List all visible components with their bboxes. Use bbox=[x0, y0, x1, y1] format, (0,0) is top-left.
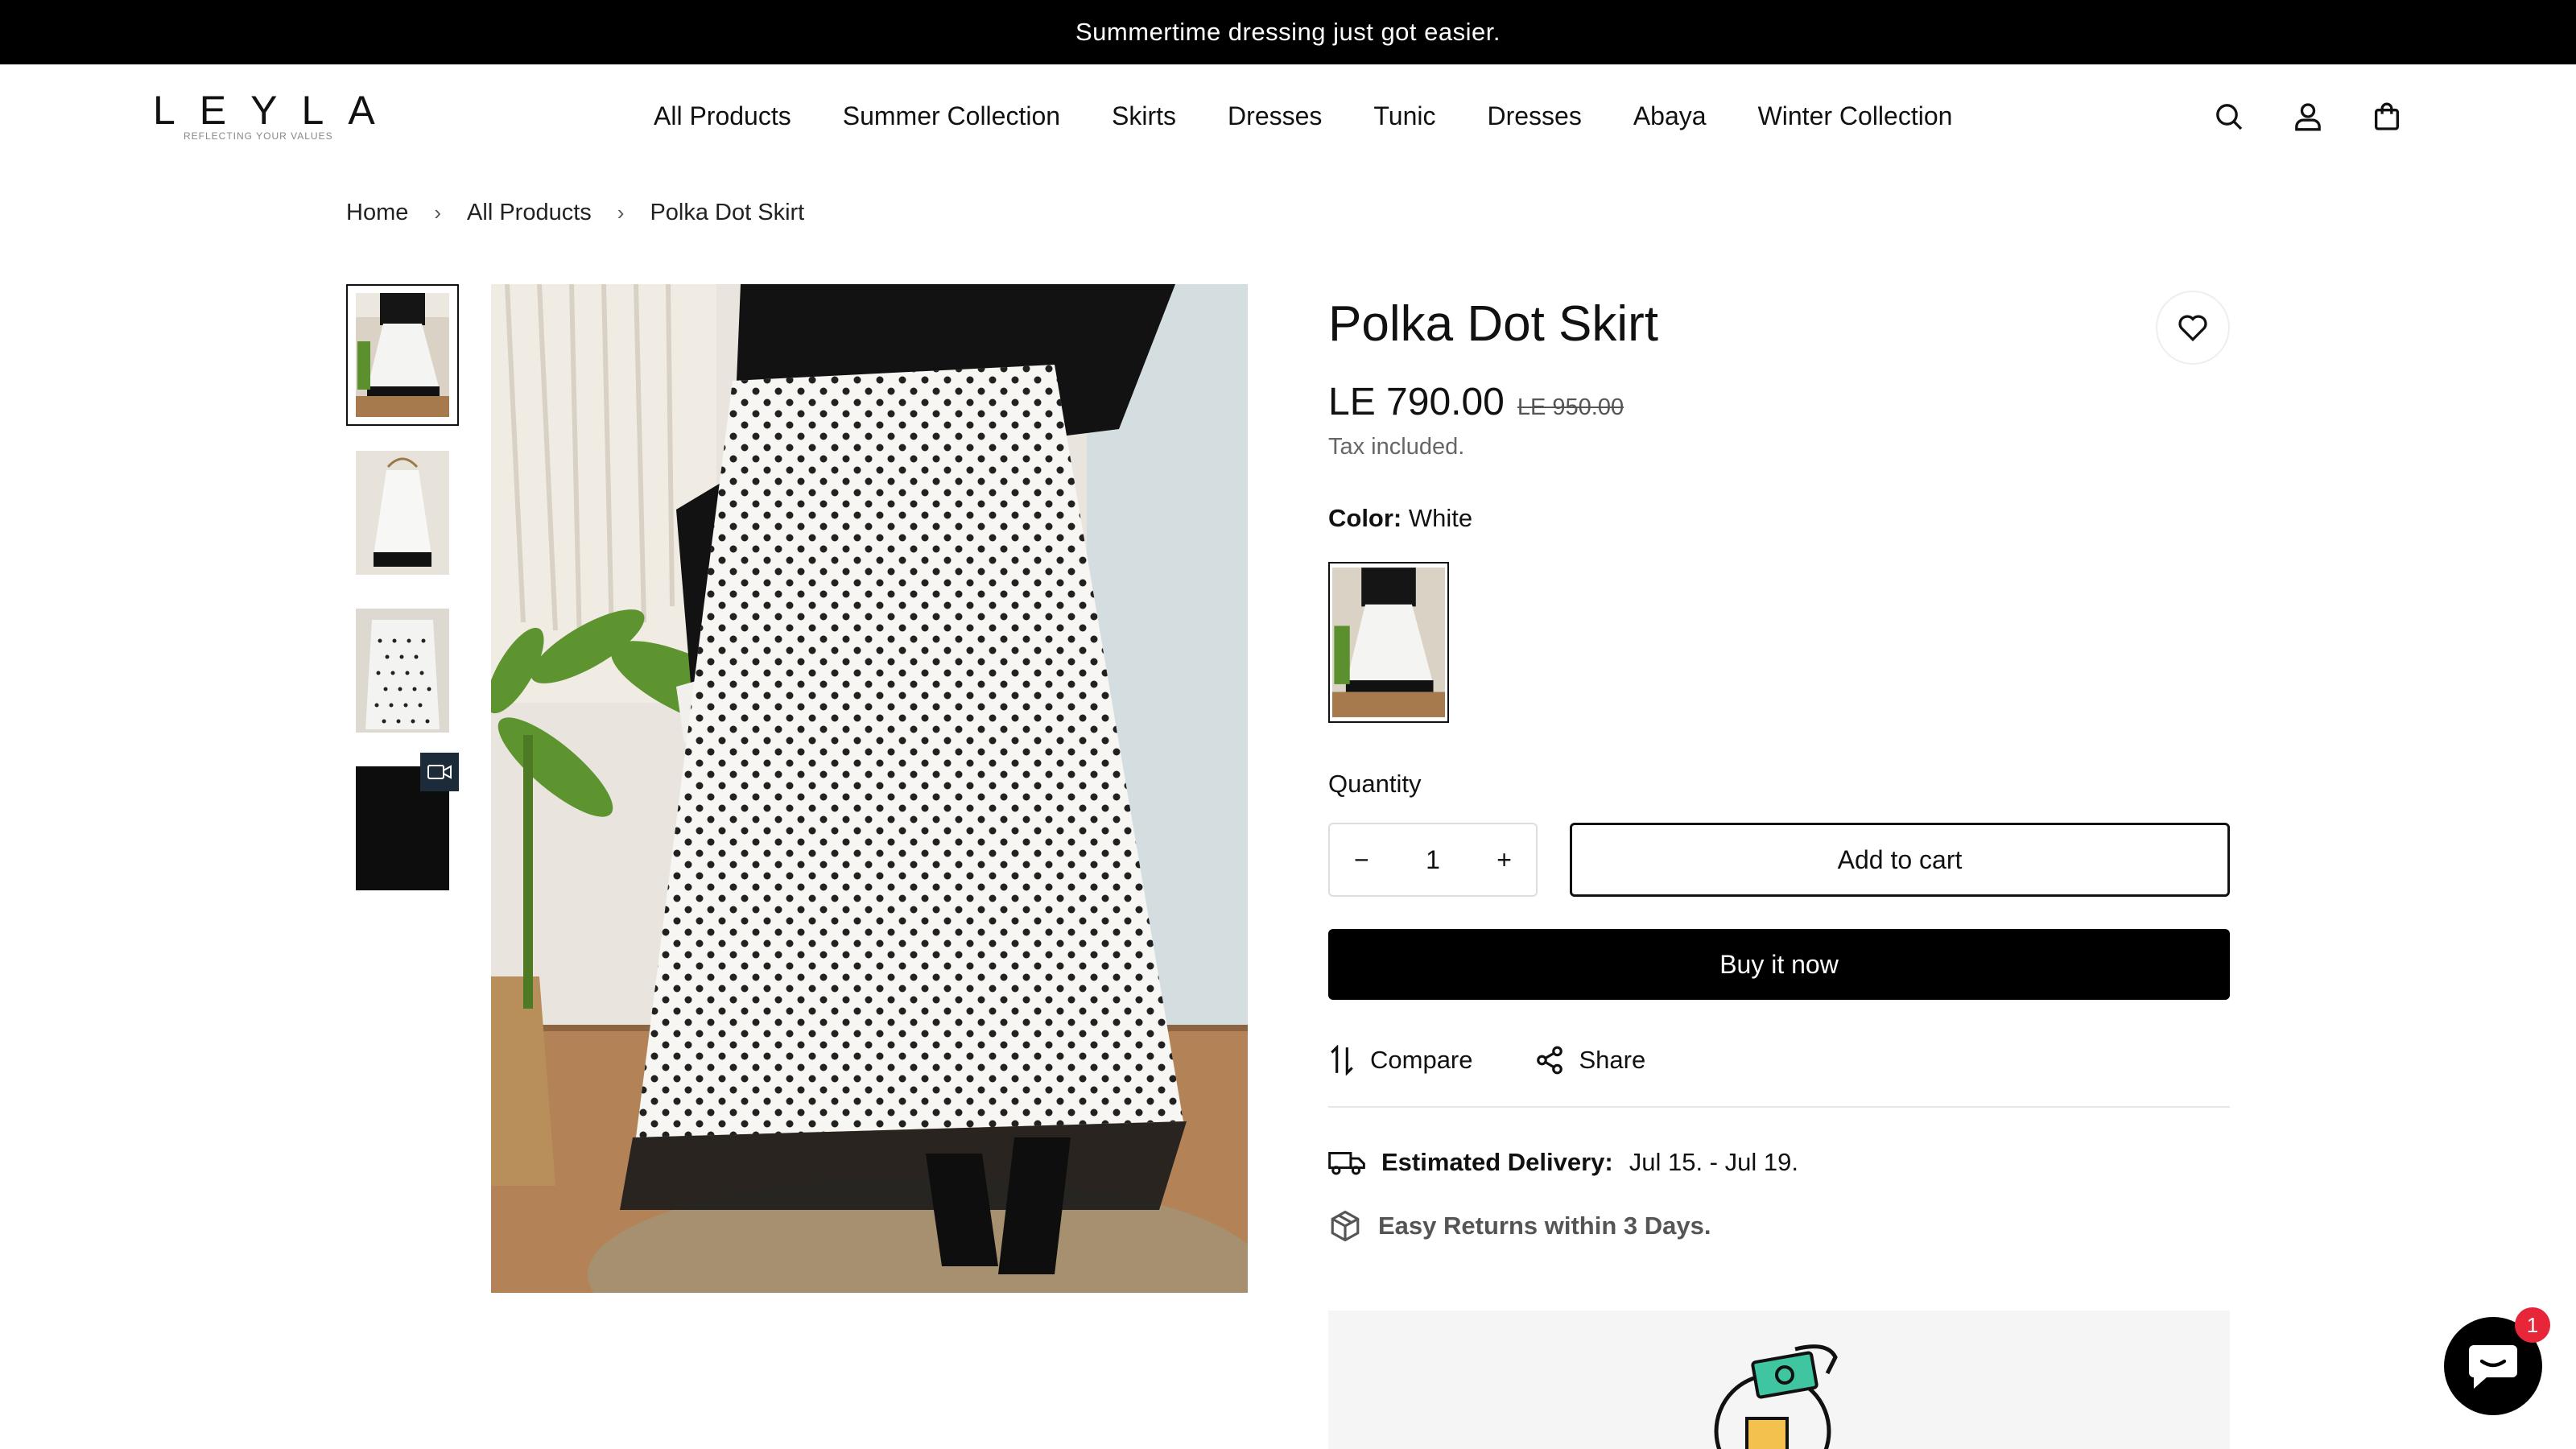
quantity-value[interactable]: 1 bbox=[1426, 845, 1440, 875]
cart-icon[interactable] bbox=[2370, 100, 2404, 134]
brand-logo[interactable]: LEYLA REFLECTING YOUR VALUES bbox=[153, 88, 399, 145]
chevron-right-icon: › bbox=[617, 200, 625, 225]
main-product-image[interactable] bbox=[491, 284, 1248, 1293]
header-actions bbox=[2212, 100, 2404, 134]
color-swatch-white[interactable] bbox=[1328, 562, 1449, 723]
thumbnail-1[interactable] bbox=[346, 284, 459, 426]
chevron-right-icon: › bbox=[434, 200, 442, 225]
share-icon bbox=[1536, 1046, 1563, 1075]
nav-winter-collection[interactable]: Winter Collection bbox=[1758, 101, 1953, 131]
promo-banner bbox=[1328, 1311, 2230, 1449]
sale-price: LE 790.00 bbox=[1328, 381, 1505, 423]
thumbnail-image bbox=[356, 293, 449, 417]
delivery-label: Estimated Delivery: bbox=[1381, 1148, 1613, 1176]
color-label-key: Color: bbox=[1328, 504, 1402, 532]
price-row: LE 790.00 LE 950.00 bbox=[1328, 380, 2230, 424]
thumbnail-gallery bbox=[346, 284, 459, 915]
announcement-bar: Summertime dressing just got easier. bbox=[0, 0, 2576, 64]
color-value: White bbox=[1408, 504, 1473, 532]
chat-bubble-icon bbox=[2469, 1345, 2517, 1389]
thumbnail-image bbox=[356, 451, 449, 575]
package-icon bbox=[1331, 1210, 1360, 1242]
main-nav: All Products Summer Collection Skirts Dr… bbox=[654, 101, 1952, 131]
tax-note: Tax included. bbox=[1328, 434, 1465, 460]
divider bbox=[1328, 1106, 2230, 1108]
add-to-cart-button[interactable]: Add to cart bbox=[1570, 823, 2230, 897]
buy-now-button[interactable]: Buy it now bbox=[1328, 929, 2230, 1000]
nav-dresses[interactable]: Dresses bbox=[1228, 101, 1322, 131]
breadcrumb-all-products[interactable]: All Products bbox=[467, 200, 592, 226]
search-icon[interactable] bbox=[2212, 100, 2246, 134]
delivery-value: Jul 15. - Jul 19. bbox=[1629, 1148, 1798, 1176]
nav-abaya[interactable]: Abaya bbox=[1633, 101, 1707, 131]
compare-arrows-icon bbox=[1331, 1045, 1353, 1075]
share-button[interactable]: Share bbox=[1534, 1045, 1646, 1075]
heart-icon bbox=[2178, 315, 2207, 342]
account-icon[interactable] bbox=[2291, 100, 2325, 134]
video-camera-icon bbox=[420, 753, 459, 791]
product-title: Polka Dot Skirt bbox=[1328, 296, 1659, 352]
cash-on-delivery-illustration bbox=[1714, 1344, 1838, 1449]
chat-unread-badge: 1 bbox=[2515, 1307, 2550, 1343]
breadcrumb-current: Polka Dot Skirt bbox=[650, 200, 805, 225]
nav-tunic[interactable]: Tunic bbox=[1373, 101, 1435, 131]
purchase-row: − 1 + Add to cart bbox=[1328, 823, 2230, 897]
quantity-label: Quantity bbox=[1328, 770, 1422, 798]
site-header: LEYLA REFLECTING YOUR VALUES All Product… bbox=[0, 64, 2576, 172]
breadcrumb-home[interactable]: Home bbox=[346, 200, 408, 226]
nav-summer-collection[interactable]: Summer Collection bbox=[843, 101, 1060, 131]
minus-icon[interactable]: − bbox=[1354, 845, 1369, 875]
brand-name: LEYLA bbox=[153, 88, 399, 133]
thumbnail-video[interactable] bbox=[346, 753, 459, 899]
truck-icon bbox=[1328, 1152, 1365, 1175]
announcement-text: Summertime dressing just got easier. bbox=[1075, 18, 1501, 46]
returns-text: Easy Returns within 3 Days. bbox=[1378, 1212, 1711, 1240]
thumbnail-image bbox=[356, 609, 449, 733]
returns-policy: Easy Returns within 3 Days. bbox=[1328, 1209, 2230, 1243]
product-actions: Compare Share bbox=[1328, 1045, 2230, 1075]
nav-all-products[interactable]: All Products bbox=[654, 101, 791, 131]
share-label: Share bbox=[1579, 1046, 1646, 1074]
quantity-stepper[interactable]: − 1 + bbox=[1328, 823, 1538, 897]
compare-button[interactable]: Compare bbox=[1328, 1045, 1473, 1075]
compare-label: Compare bbox=[1370, 1046, 1473, 1074]
color-label: Color: White bbox=[1328, 504, 2230, 533]
swatch-image bbox=[1332, 568, 1445, 717]
breadcrumb: Home › All Products › Polka Dot Skirt bbox=[346, 200, 804, 226]
thumbnail-2[interactable] bbox=[346, 442, 459, 584]
nav-dresses-2[interactable]: Dresses bbox=[1487, 101, 1581, 131]
estimated-delivery: Estimated Delivery: Jul 15. - Jul 19. bbox=[1328, 1148, 2230, 1177]
compare-at-price: LE 950.00 bbox=[1517, 394, 1624, 420]
plus-icon[interactable]: + bbox=[1496, 845, 1512, 875]
thumbnail-3[interactable] bbox=[346, 600, 459, 741]
wishlist-button[interactable] bbox=[2156, 291, 2230, 365]
product-info: Polka Dot Skirt LE 790.00 LE 950.00 Tax … bbox=[1328, 284, 2230, 1243]
nav-skirts[interactable]: Skirts bbox=[1112, 101, 1176, 131]
